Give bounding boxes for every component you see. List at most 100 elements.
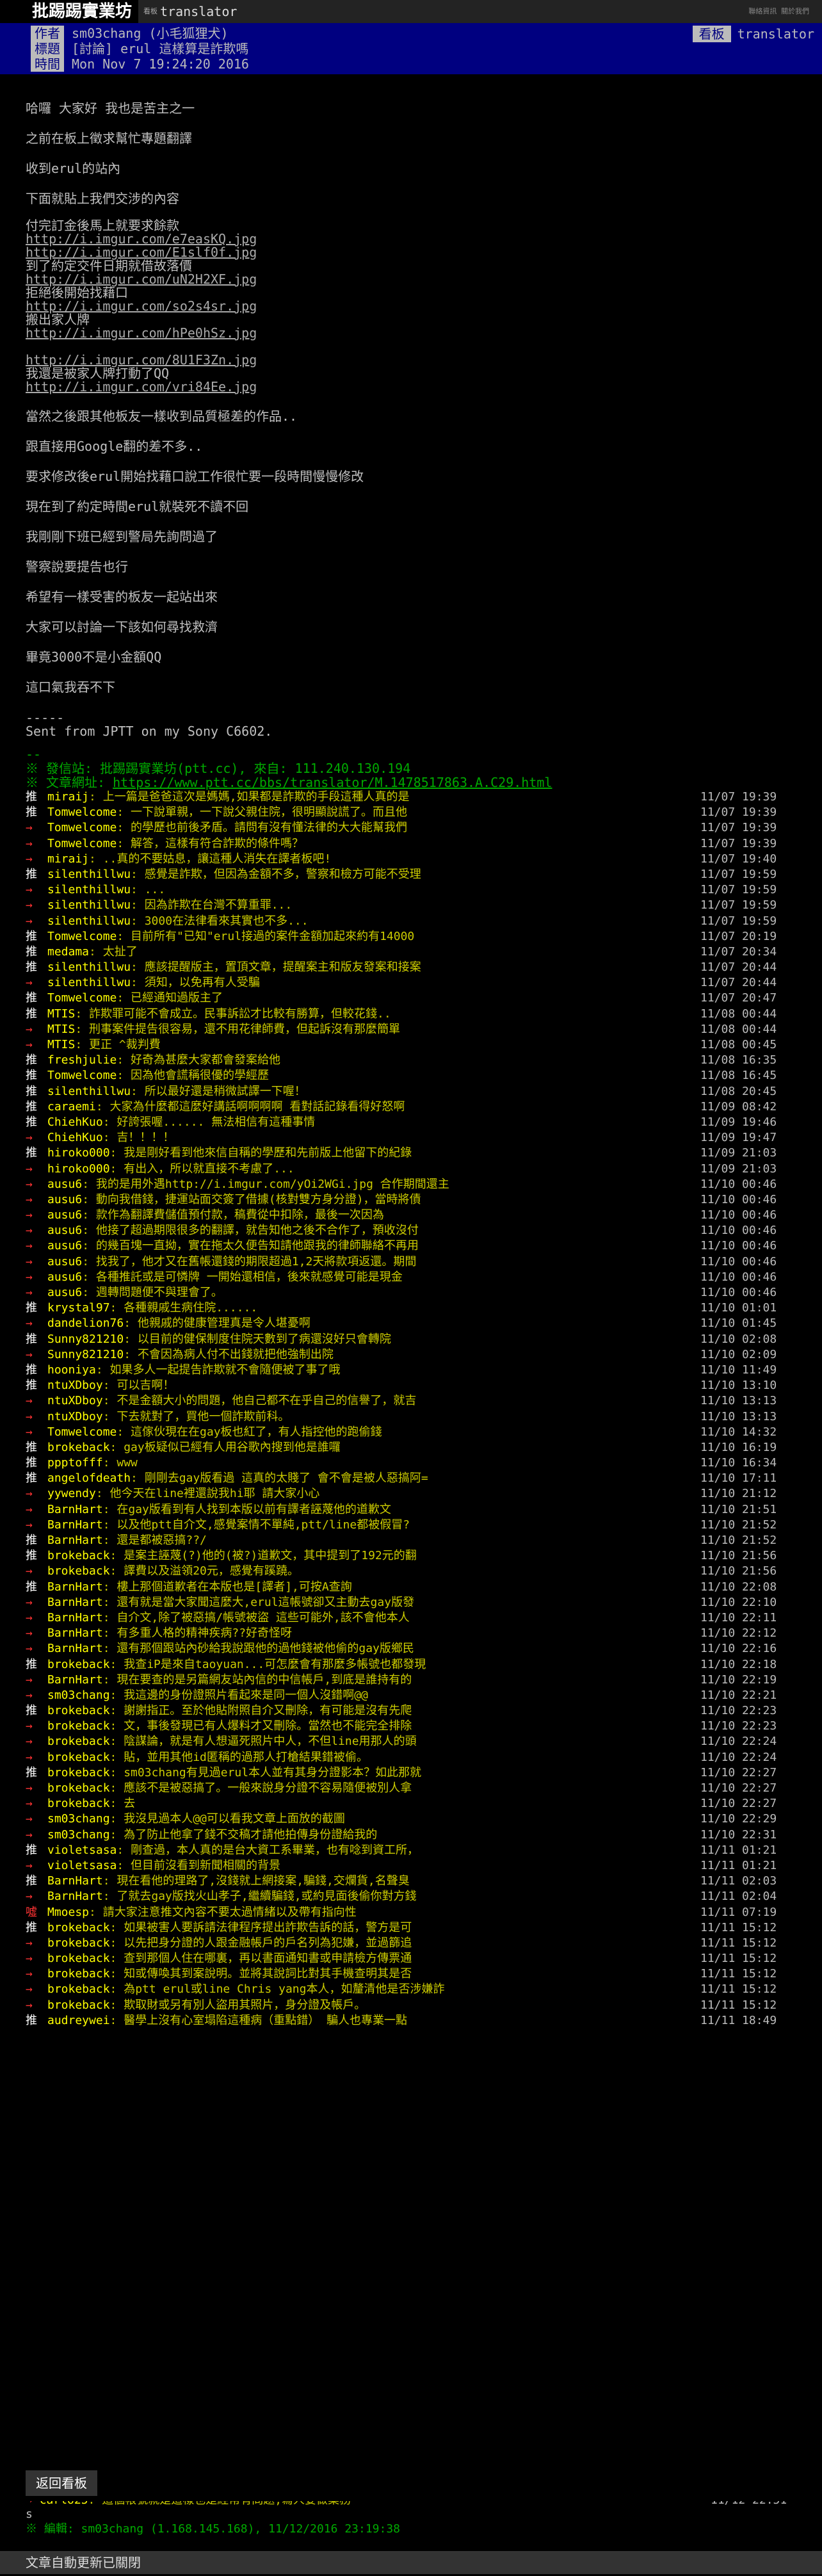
push-user[interactable]: ausu6	[47, 1192, 82, 1208]
push-user[interactable]: brokeback	[47, 1750, 110, 1765]
image-link[interactable]: http://i.imgur.com/e7easKQ.jpg	[26, 232, 796, 246]
push-tag: 推	[26, 960, 37, 975]
push-user[interactable]: BarnHart	[47, 1533, 103, 1548]
push-user[interactable]: Tomwelcome	[47, 805, 117, 820]
push-user[interactable]: BarnHart	[47, 1626, 103, 1641]
push-user[interactable]: yywendy	[47, 1486, 96, 1502]
image-link[interactable]: http://i.imgur.com/hPe0hSz.jpg	[26, 327, 796, 340]
push-user[interactable]: ausu6	[47, 1285, 82, 1300]
push-user[interactable]: brokeback	[47, 1781, 110, 1796]
auto-update-bar[interactable]: 文章自動更新已關閉	[0, 2551, 822, 2574]
push-user[interactable]: brokeback	[47, 1440, 110, 1455]
push-content: : 為了防止他拿了錢不交稿才請他拍傳身份證給我的	[109, 1827, 378, 1842]
push-user[interactable]: Mmoesp	[47, 1905, 89, 1920]
push-user[interactable]: miraij	[47, 852, 89, 867]
push-user[interactable]: brokeback	[47, 1920, 110, 1936]
push-user[interactable]: angelofdeath	[47, 1471, 131, 1486]
push-user[interactable]: Tomwelcome	[47, 820, 117, 836]
push-user[interactable]: brokeback	[47, 1657, 110, 1673]
push-user[interactable]: brokeback	[47, 1982, 110, 1997]
image-link[interactable]: http://i.imgur.com/8U1F3Zn.jpg	[26, 353, 796, 367]
edit-line: ※ 編輯: sm03chang (1.168.145.168), 11/12/2…	[26, 2522, 401, 2536]
push-time: 11/08 00:44	[700, 1022, 777, 1036]
push-user[interactable]: ntuXDboy	[47, 1378, 103, 1393]
push-user[interactable]: miraij	[47, 790, 89, 805]
push-user[interactable]: brokeback	[47, 1796, 110, 1811]
push-user[interactable]: ausu6	[47, 1177, 82, 1192]
push-user[interactable]: caraemi	[47, 1099, 96, 1115]
image-link[interactable]: http://i.imgur.com/uN2H2XF.jpg	[26, 273, 796, 286]
push-user[interactable]: ChiehKuo	[47, 1115, 103, 1130]
about-links[interactable]: 聯絡資訊 關於我們	[748, 3, 822, 20]
push-user[interactable]: brokeback	[47, 1951, 110, 1966]
push-user[interactable]: brokeback	[47, 1703, 110, 1719]
push-user[interactable]: medama	[47, 944, 89, 960]
image-link[interactable]: http://i.imgur.com/so2s4sr.jpg	[26, 300, 796, 313]
push-user[interactable]: BarnHart	[47, 1580, 103, 1595]
push-user[interactable]: Sunny821210	[47, 1347, 124, 1363]
push-user[interactable]: ntuXDboy	[47, 1393, 103, 1409]
image-link[interactable]: http://i.imgur.com/E1slf0f.jpg	[26, 246, 796, 259]
push-user[interactable]: sm03chang	[47, 1811, 110, 1827]
push-user[interactable]: violetsasa	[47, 1858, 117, 1874]
push-user[interactable]: silenthillwu	[47, 914, 131, 929]
push-user[interactable]: silenthillwu	[47, 867, 131, 882]
push-user[interactable]: krystal97	[47, 1300, 110, 1316]
push-user[interactable]: violetsasa	[47, 1843, 117, 1858]
push-user[interactable]: brokeback	[47, 1548, 110, 1564]
board-link[interactable]: translator	[160, 3, 237, 20]
push-user[interactable]: sm03chang	[47, 1688, 110, 1703]
push-user[interactable]: ausu6	[47, 1270, 82, 1285]
push-user[interactable]: BarnHart	[47, 1610, 103, 1626]
push-user[interactable]: hiroko000	[47, 1162, 110, 1177]
push-user[interactable]: silenthillwu	[47, 960, 131, 975]
push-time: 11/10 02:08	[700, 1332, 777, 1346]
push-user[interactable]: Tomwelcome	[47, 1068, 117, 1083]
push-user[interactable]: silenthillwu	[47, 882, 131, 898]
push-user[interactable]: Tomwelcome	[47, 991, 117, 1006]
push-user[interactable]: Tomwelcome	[47, 836, 117, 852]
push-user[interactable]: BarnHart	[47, 1595, 103, 1610]
push-user[interactable]: BarnHart	[47, 1874, 103, 1889]
push-user[interactable]: brokeback	[47, 1765, 110, 1781]
push-user[interactable]: hooniya	[47, 1363, 96, 1378]
push-user[interactable]: audreywei	[47, 2013, 110, 2029]
push-user[interactable]: BarnHart	[47, 1502, 103, 1518]
push-user[interactable]: sm03chang	[47, 1827, 110, 1843]
push-user[interactable]: brokeback	[47, 1564, 110, 1579]
push-user[interactable]: ppptofff	[47, 1455, 103, 1471]
push-user[interactable]: ChiehKuo	[47, 1130, 103, 1146]
ptt-home-button[interactable]: 批踢踢實業坊	[0, 0, 139, 23]
article-url-link[interactable]: https://www.ptt.cc/bbs/translator/M.1478…	[113, 775, 552, 790]
push-user[interactable]: dandelion76	[47, 1316, 124, 1331]
push-user[interactable]: ausu6	[47, 1254, 82, 1270]
push-user[interactable]: silenthillwu	[47, 1084, 131, 1099]
push-user[interactable]: brokeback	[47, 1966, 110, 1982]
push-user[interactable]: BarnHart	[47, 1889, 103, 1904]
push-user[interactable]: hiroko000	[47, 1146, 110, 1161]
author-label: 作者	[31, 26, 64, 41]
push-user[interactable]: brokeback	[47, 1936, 110, 1951]
signature-line: Sent from JPTT on my Sony C6602.	[26, 724, 273, 739]
push-user[interactable]: silenthillwu	[47, 975, 131, 991]
push-user[interactable]: brokeback	[47, 1719, 110, 1734]
push-user[interactable]: Sunny821210	[47, 1332, 124, 1347]
image-link[interactable]: http://i.imgur.com/vri84Ee.jpg	[26, 380, 796, 394]
push-user[interactable]: ausu6	[47, 1208, 82, 1223]
push-user[interactable]: ausu6	[47, 1223, 82, 1238]
push-user[interactable]: BarnHart	[47, 1673, 103, 1688]
push-user[interactable]: BarnHart	[47, 1518, 103, 1533]
push-user[interactable]: brokeback	[47, 1734, 110, 1749]
push-user[interactable]: Tomwelcome	[47, 929, 117, 944]
back-to-board-button[interactable]: 返回看板	[26, 2470, 97, 2496]
push-user[interactable]: MTIS	[47, 1022, 75, 1037]
push-user[interactable]: brokeback	[47, 1998, 110, 2013]
push-user[interactable]: MTIS	[47, 1037, 75, 1053]
push-user[interactable]: silenthillwu	[47, 898, 131, 913]
push-user[interactable]: MTIS	[47, 1007, 75, 1022]
push-user[interactable]: ausu6	[47, 1238, 82, 1254]
push-user[interactable]: ntuXDboy	[47, 1409, 103, 1425]
push-user[interactable]: BarnHart	[47, 1641, 103, 1657]
push-user[interactable]: Tomwelcome	[47, 1425, 117, 1440]
push-user[interactable]: freshjulie	[47, 1053, 117, 1068]
